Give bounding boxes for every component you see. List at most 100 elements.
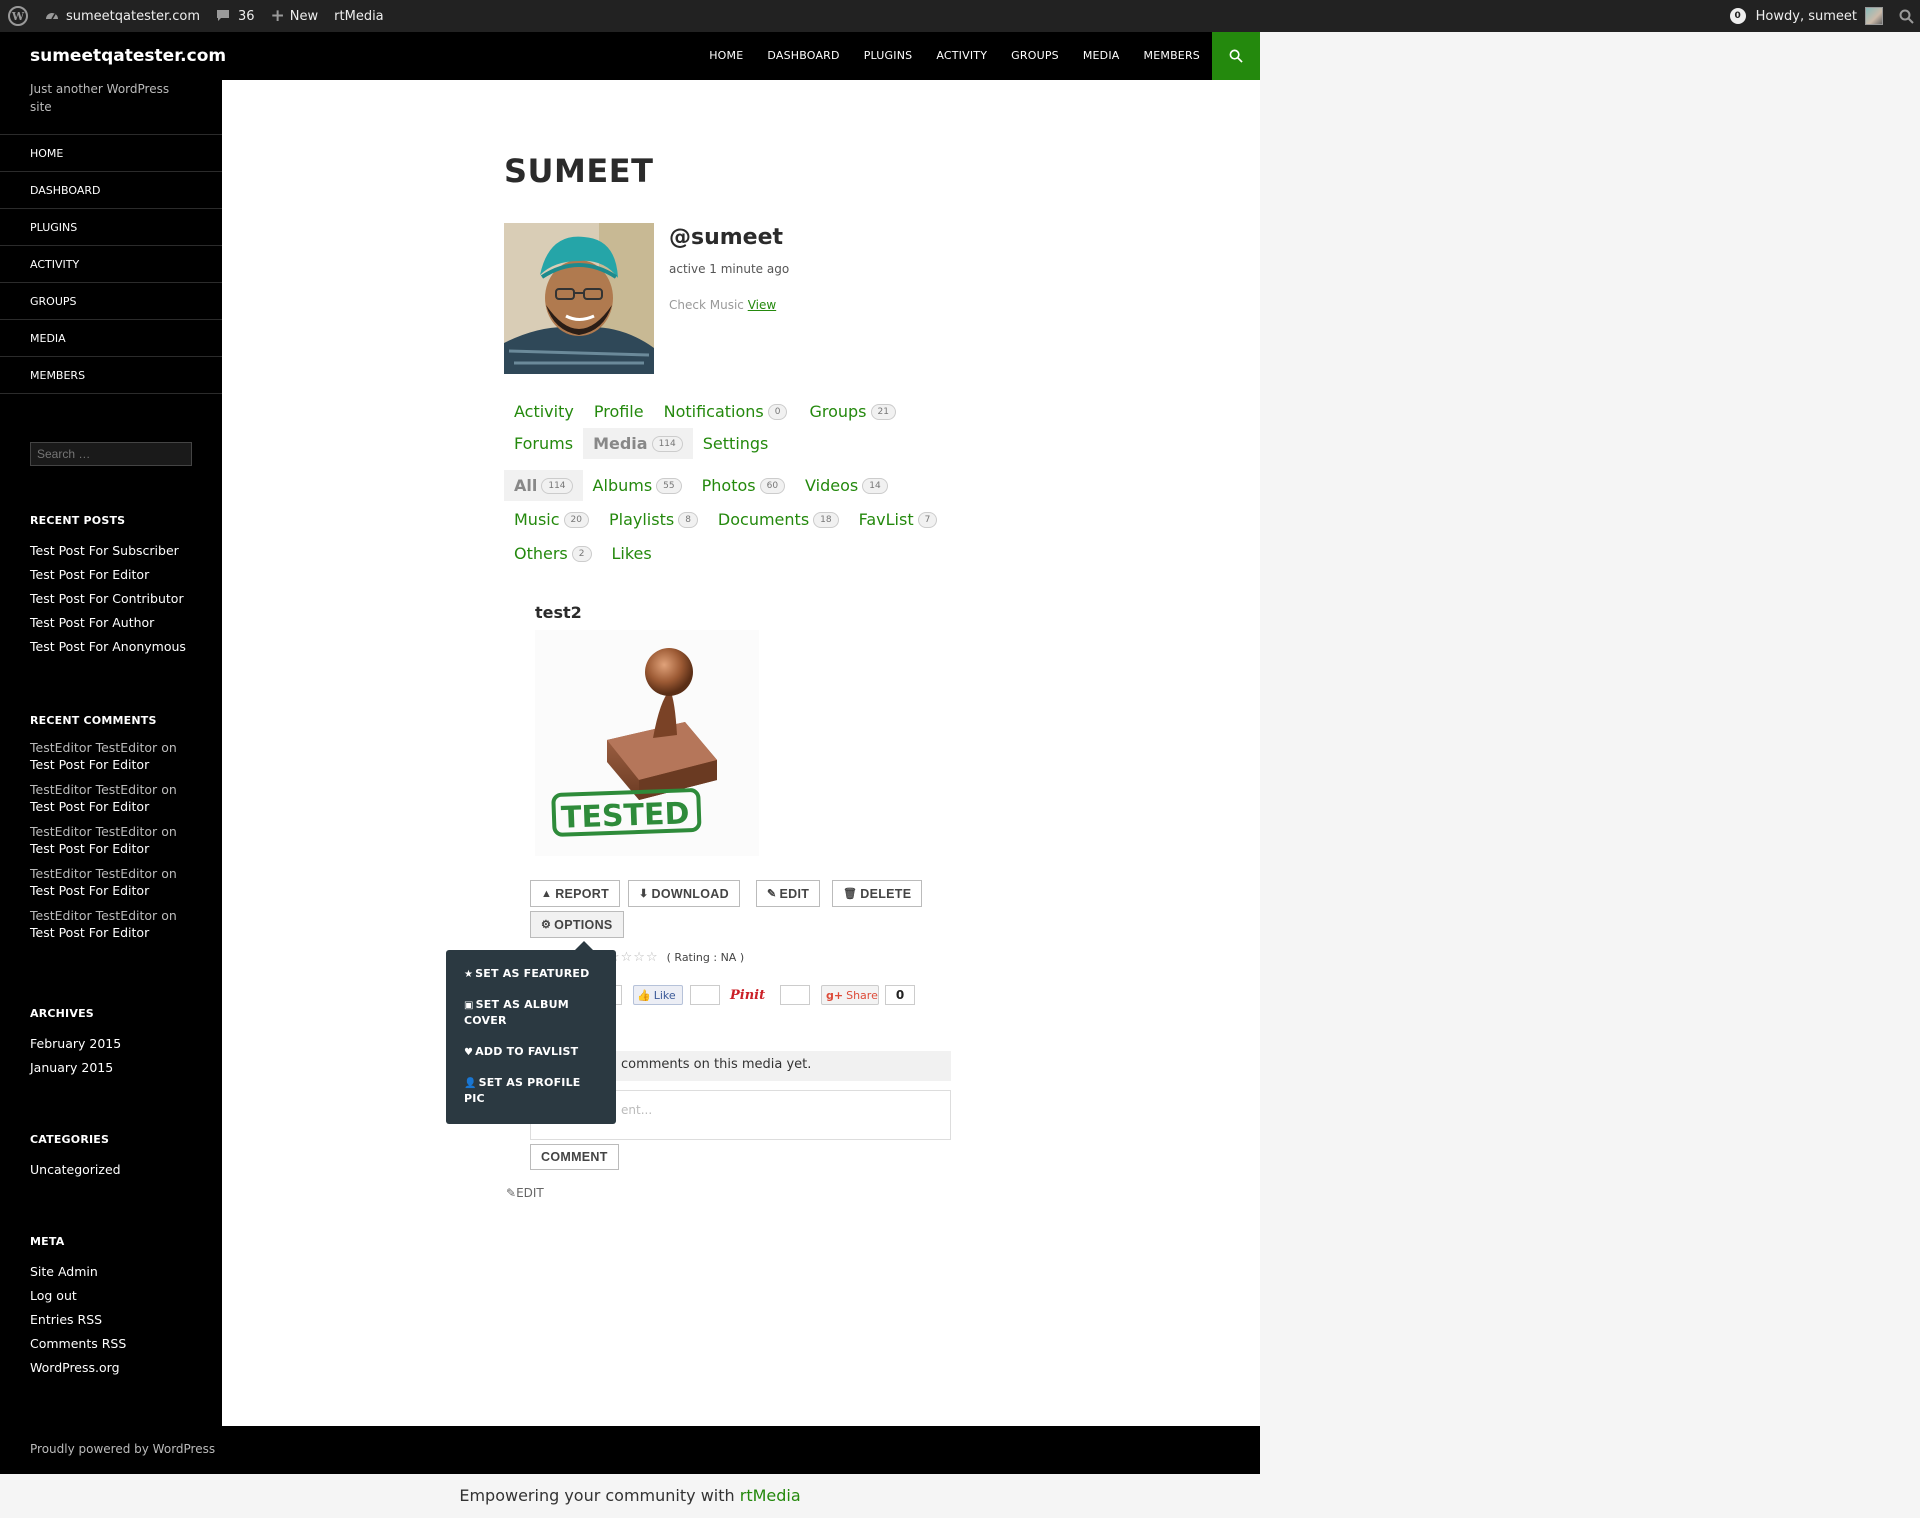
nav-activity[interactable]: ACTIVITY	[924, 32, 999, 80]
nav-plugins[interactable]: PLUGINS	[852, 32, 925, 80]
sidebar-item-members[interactable]: MEMBERS	[0, 357, 222, 394]
comment-post-link[interactable]: Test Post For Editor	[30, 882, 200, 899]
tab-forums[interactable]: Forums	[504, 428, 583, 459]
tab-activity[interactable]: Activity	[504, 396, 584, 427]
delete-button[interactable]: 🗑 DELETE	[832, 880, 923, 907]
sidebar-item-media[interactable]: MEDIA	[0, 320, 222, 357]
comment-post-link[interactable]: Test Post For Editor	[30, 924, 200, 941]
sidebar-item-groups[interactable]: GROUPS	[0, 283, 222, 320]
recent-post-link[interactable]: Test Post For Author	[30, 611, 200, 635]
tab-groups[interactable]: Groups 21	[799, 396, 906, 427]
options-button[interactable]: ⚙ OPTIONS	[530, 911, 624, 938]
option-label: SET AS PROFILE PIC	[464, 1076, 581, 1105]
recent-post-link[interactable]: Test Post For Contributor	[30, 587, 200, 611]
sidebar-search-input[interactable]	[30, 442, 192, 466]
archive-link[interactable]: January 2015	[30, 1056, 200, 1080]
admin-bar: W sumeetqatester.com 36 + New rtMedia 0 …	[0, 0, 1920, 32]
add-to-favlist-option[interactable]: ♥ ADD TO FAVLIST	[464, 1044, 604, 1060]
recent-post-link[interactable]: Test Post For Subscriber	[30, 539, 200, 563]
sidebar-item-home[interactable]: HOME	[0, 135, 222, 172]
rtmedia-footer-link[interactable]: rtMedia	[740, 1486, 801, 1505]
sidebar-item-dashboard[interactable]: DASHBOARD	[0, 172, 222, 209]
pinterest-button[interactable]: Pinit	[730, 985, 765, 1005]
tab-media[interactable]: Media 114	[583, 428, 693, 459]
media-tab-documents[interactable]: Documents 18	[708, 504, 849, 535]
comment-author[interactable]: TestEditor TestEditor	[30, 824, 157, 839]
media-tab-albums[interactable]: Albums 55	[583, 470, 692, 501]
nav-dashboard[interactable]: DASHBOARD	[755, 32, 851, 80]
admin-notifications[interactable]: 0 Howdy, sumeet	[1722, 0, 1891, 32]
media-nav-row-1: All 114 Albums 55 Photos 60 Videos 14	[504, 470, 898, 501]
set-as-profile-pic-option[interactable]: 👤 SET AS PROFILE PIC	[464, 1075, 604, 1106]
admin-new-link[interactable]: + New	[263, 0, 327, 32]
meta-link-logout[interactable]: Log out	[30, 1284, 200, 1308]
comment-post-link[interactable]: Test Post For Editor	[30, 756, 200, 773]
sidebar-item-activity[interactable]: ACTIVITY	[0, 246, 222, 283]
comment-author[interactable]: TestEditor TestEditor	[30, 908, 157, 923]
recent-posts-widget: RECENT POSTS Test Post For Subscriber Te…	[30, 514, 200, 659]
edit-button[interactable]: ✎ EDIT	[756, 880, 821, 907]
media-tab-others[interactable]: Others 2	[504, 538, 602, 569]
meta-link-entries-rss[interactable]: Entries RSS	[30, 1308, 200, 1332]
comment-post-link[interactable]: Test Post For Editor	[30, 840, 200, 857]
notification-count-badge: 0	[1729, 8, 1746, 24]
media-tab-music[interactable]: Music 20	[504, 504, 599, 535]
facebook-like-button[interactable]: 👍 Like	[633, 985, 683, 1005]
tab-label: All	[514, 476, 538, 495]
recent-post-link[interactable]: Test Post For Anonymous	[30, 635, 200, 659]
admin-comments-link[interactable]: 36	[208, 0, 263, 32]
media-tab-all[interactable]: All 114	[504, 470, 583, 501]
profile-username: @sumeet	[669, 225, 784, 250]
category-link[interactable]: Uncategorized	[30, 1158, 200, 1182]
categories-widget: CATEGORIES Uncategorized	[30, 1133, 200, 1182]
report-button[interactable]: ▲ REPORT	[530, 880, 621, 907]
nav-home[interactable]: HOME	[697, 32, 755, 80]
post-edit-link[interactable]: ✎EDIT	[506, 1186, 544, 1200]
tab-settings[interactable]: Settings	[693, 428, 779, 459]
recent-comment: TestEditor TestEditor on Test Post For Ed…	[30, 739, 200, 773]
recent-post-link[interactable]: Test Post For Editor	[30, 563, 200, 587]
media-tab-videos[interactable]: Videos 14	[795, 470, 898, 501]
media-tab-favlist[interactable]: FavList 7	[849, 504, 948, 535]
site-title[interactable]: sumeetqatester.com	[30, 46, 226, 66]
admin-site-link[interactable]: sumeetqatester.com	[36, 0, 208, 32]
comment-author[interactable]: TestEditor TestEditor	[30, 782, 157, 797]
nav-groups[interactable]: GROUPS	[999, 32, 1071, 80]
sidebar-item-plugins[interactable]: PLUGINS	[0, 209, 222, 246]
tab-notifications[interactable]: Notifications 0	[654, 396, 798, 427]
widget-title: CATEGORIES	[30, 1133, 110, 1146]
media-image[interactable]: TESTED	[535, 630, 759, 856]
archive-link[interactable]: February 2015	[30, 1032, 200, 1056]
search-toggle-button[interactable]	[1212, 32, 1260, 80]
pencil-icon: ✎	[506, 1186, 517, 1200]
media-tab-playlists[interactable]: Playlists 8	[599, 504, 708, 535]
admin-rtmedia-link[interactable]: rtMedia	[326, 0, 392, 32]
comment-post-link[interactable]: Test Post For Editor	[30, 798, 200, 815]
set-as-featured-option[interactable]: ★ SET AS FEATURED	[464, 966, 604, 982]
media-tab-likes[interactable]: Likes	[602, 538, 662, 569]
google-share-button[interactable]: g+ Share	[821, 985, 879, 1005]
media-tab-photos[interactable]: Photos 60	[692, 470, 795, 501]
comment-author[interactable]: TestEditor TestEditor	[30, 740, 157, 755]
tab-label: Notifications	[663, 402, 764, 421]
meta-link-site-admin[interactable]: Site Admin	[30, 1260, 200, 1284]
nav-media[interactable]: MEDIA	[1071, 32, 1132, 80]
rtmedia-footer: Empowering your community with rtMedia	[0, 1474, 1260, 1512]
comment-author[interactable]: TestEditor TestEditor	[30, 866, 157, 881]
admin-search-button[interactable]	[1891, 0, 1920, 32]
tab-profile[interactable]: Profile	[584, 396, 654, 427]
nav-members[interactable]: MEMBERS	[1132, 32, 1212, 80]
profile-avatar[interactable]	[504, 223, 654, 374]
comment-on: on	[161, 782, 177, 797]
tab-label: Music	[514, 510, 560, 529]
like-label: Like	[653, 988, 676, 1002]
powered-by-link[interactable]: Proudly powered by WordPress	[30, 1442, 215, 1456]
meta-link-comments-rss[interactable]: Comments RSS	[30, 1332, 200, 1356]
download-button[interactable]: ⬇ DOWNLOAD	[628, 880, 740, 907]
meta-link-wordpress-org[interactable]: WordPress.org	[30, 1356, 200, 1380]
set-as-album-cover-option[interactable]: ▣ SET AS ALBUM COVER	[464, 997, 604, 1028]
status-view-link[interactable]: View	[748, 298, 776, 312]
wp-logo-menu[interactable]: W	[0, 0, 36, 32]
comment-submit-button[interactable]: COMMENT	[530, 1144, 619, 1170]
meta-widget: META Site Admin Log out Entries RSS Comm…	[30, 1235, 200, 1380]
